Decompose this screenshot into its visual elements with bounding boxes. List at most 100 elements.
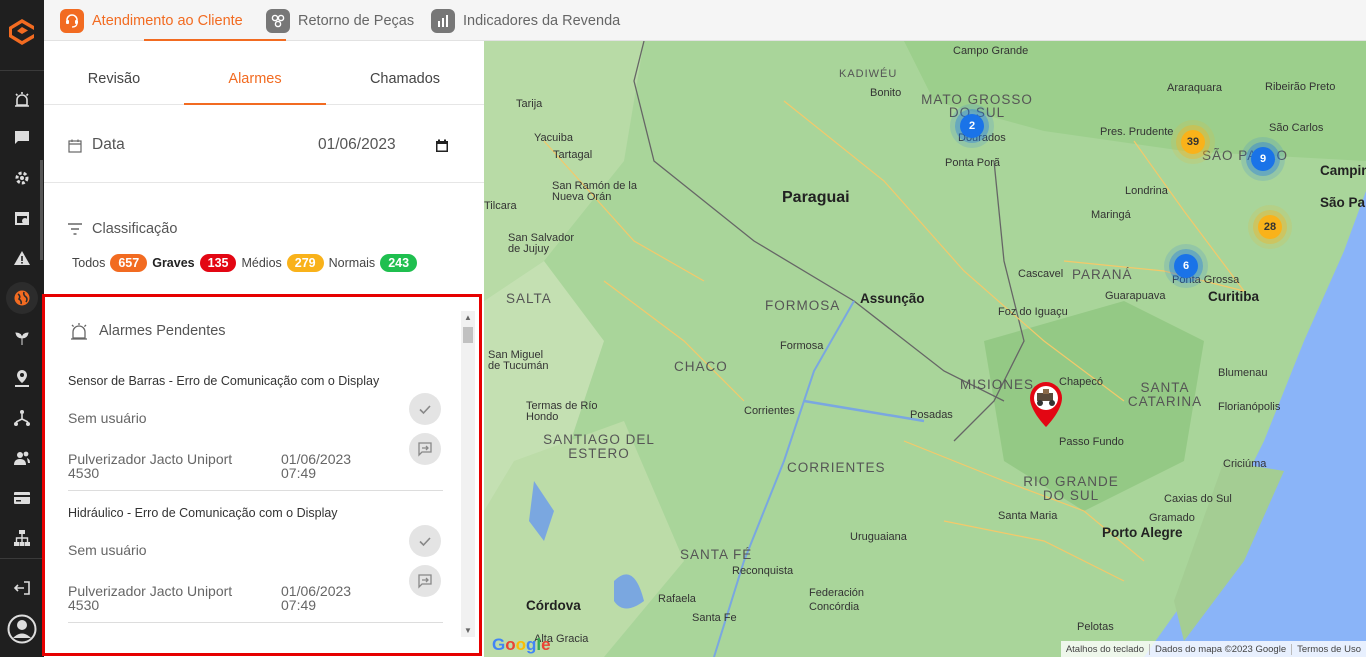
rail-scrollbar[interactable] <box>40 160 43 260</box>
map-region-label: SÃO PAULO <box>1202 148 1289 163</box>
alarm-user: Sem usuário <box>68 542 147 558</box>
map-label: Yacuiba <box>534 132 573 144</box>
filter-normais-count[interactable]: 243 <box>380 254 418 272</box>
warning-icon[interactable] <box>12 248 32 268</box>
filter-todos-label[interactable]: Todos <box>72 256 105 270</box>
alarms-scrollbar[interactable]: ▲ ▼ <box>461 311 475 637</box>
divider <box>68 622 443 623</box>
filter-todos-count[interactable]: 657 <box>110 254 148 272</box>
account-circle-icon[interactable] <box>7 614 37 644</box>
map-attribution: Atalhos do teclado Dados do mapa ©2023 G… <box>1060 641 1366 657</box>
scroll-down-arrow-icon[interactable]: ▼ <box>464 626 472 635</box>
map-label: Ribeirão Preto <box>1265 81 1336 93</box>
app-tabs-bar: Atendimento ao Cliente Retorno de Peças … <box>44 0 1366 41</box>
map-label: Formosa <box>780 340 824 352</box>
tab-revisao[interactable]: Revisão <box>44 41 184 105</box>
org-chart-icon[interactable] <box>12 528 32 548</box>
map-label: Tartagal <box>553 149 593 161</box>
map-cluster-marker[interactable]: 9 <box>1251 147 1275 171</box>
alarm-time: 07:49 <box>281 465 317 481</box>
map-label: San Ramón de la Nueva Orán <box>552 180 637 203</box>
classification-title: Classificação <box>68 221 177 237</box>
map-region-label: PARANÁ <box>1072 267 1133 282</box>
scroll-up-arrow-icon[interactable]: ▲ <box>464 313 472 322</box>
filter-medios-count[interactable]: 279 <box>286 254 324 272</box>
classification-label: Classificação <box>92 221 178 237</box>
calendar-icon <box>68 139 82 153</box>
divider <box>68 490 443 491</box>
classification-filters: Todos 657 Graves 135 Médios 279 Normais … <box>72 254 422 272</box>
network-icon[interactable] <box>12 408 32 428</box>
rail-divider-bottom <box>0 558 44 559</box>
map-region-label: CORRIENTES <box>787 460 886 475</box>
terms-link[interactable]: Termos de Uso <box>1292 644 1366 655</box>
acknowledge-button[interactable] <box>409 393 441 425</box>
rail-divider <box>0 70 44 71</box>
map-label: Blumenau <box>1218 367 1268 379</box>
map-label: Reconquista <box>732 565 794 577</box>
app-logo-icon[interactable] <box>6 16 38 48</box>
calendar-icon[interactable] <box>12 208 32 228</box>
plant-icon[interactable] <box>12 328 32 348</box>
globe-icon[interactable] <box>6 282 38 314</box>
map-label: Tilcara <box>484 200 517 212</box>
app-tab-indicadores[interactable]: Indicadores da Revenda <box>431 8 620 34</box>
card-icon[interactable] <box>12 488 32 508</box>
google-logo[interactable]: Google <box>492 635 551 655</box>
map-label: Londrina <box>1125 185 1168 197</box>
map-cluster-marker[interactable]: 6 <box>1174 254 1198 278</box>
check-icon <box>419 405 431 415</box>
date-label: Data <box>92 136 125 153</box>
open-ticket-button[interactable] <box>409 433 441 465</box>
date-input[interactable]: 01/06/2023 <box>318 136 396 154</box>
settings-gear-icon[interactable] <box>12 168 32 188</box>
app-tab-label: Indicadores da Revenda <box>463 13 621 29</box>
alarm-datetime: 01/06/2023 07:49 <box>281 584 381 612</box>
map-label: Posadas <box>910 409 953 421</box>
map-view[interactable]: Campo Grande KADIWÉU Bonito MATO GROSSO … <box>484 41 1366 657</box>
map-cluster-marker[interactable]: 2 <box>960 114 984 138</box>
acknowledge-button[interactable] <box>409 525 441 557</box>
map-cluster-marker[interactable]: 28 <box>1258 215 1282 239</box>
map-background <box>484 41 1366 657</box>
filter-icon <box>68 223 82 235</box>
map-label: Passo Fundo <box>1059 436 1124 448</box>
keyboard-shortcuts-link[interactable]: Atalhos do teclado <box>1061 643 1150 655</box>
map-label: Caxias do Sul <box>1164 493 1232 505</box>
map-label: Rafaela <box>658 593 696 605</box>
filter-graves-count[interactable]: 135 <box>199 254 237 272</box>
map-cluster-marker[interactable]: 39 <box>1181 130 1205 154</box>
map-label: São Pa <box>1320 195 1366 210</box>
chat-icon[interactable] <box>12 128 32 148</box>
map-region-label: FORMOSA <box>765 298 841 313</box>
app-tab-label: Retorno de Peças <box>298 13 415 29</box>
alarm-date: 01/06/2023 <box>281 451 352 467</box>
map-label: Pres. Prudente <box>1100 126 1174 138</box>
filter-normais-label[interactable]: Normais <box>329 256 376 270</box>
map-country-label: Paraguai <box>782 189 850 206</box>
location-user-icon[interactable] <box>12 368 32 388</box>
filter-graves-label[interactable]: Graves <box>152 256 194 270</box>
map-label: Gramado <box>1149 512 1195 524</box>
map-region-label: MISIONES <box>960 377 1035 392</box>
map-region-label: SANTIAGO DEL ESTERO <box>543 432 655 461</box>
parts-icon <box>266 9 290 33</box>
logout-icon[interactable] <box>12 578 32 598</box>
check-icon <box>419 537 431 547</box>
date-picker-icon[interactable] <box>435 139 449 153</box>
machine-location-pin-icon[interactable] <box>1028 381 1064 429</box>
map-label: Chapecó <box>1059 376 1104 388</box>
scrollbar-thumb[interactable] <box>463 327 473 343</box>
app-tab-retorno-pecas[interactable]: Retorno de Peças <box>266 8 414 34</box>
open-ticket-button[interactable] <box>409 565 441 597</box>
users-icon[interactable] <box>12 448 32 468</box>
alarm-icon[interactable] <box>12 89 32 109</box>
tab-alarmes[interactable]: Alarmes <box>184 41 326 105</box>
tab-chamados[interactable]: Chamados <box>334 41 476 105</box>
app-tab-atendimento[interactable]: Atendimento ao Cliente <box>60 8 243 34</box>
filter-medios-label[interactable]: Médios <box>241 256 281 270</box>
bar-chart-icon <box>431 9 455 33</box>
alarm-time: 07:49 <box>281 597 317 613</box>
alarm-machine: Pulverizador Jacto Uniport 4530 <box>68 583 233 613</box>
pending-alarms-title: Alarmes Pendentes <box>69 321 226 341</box>
